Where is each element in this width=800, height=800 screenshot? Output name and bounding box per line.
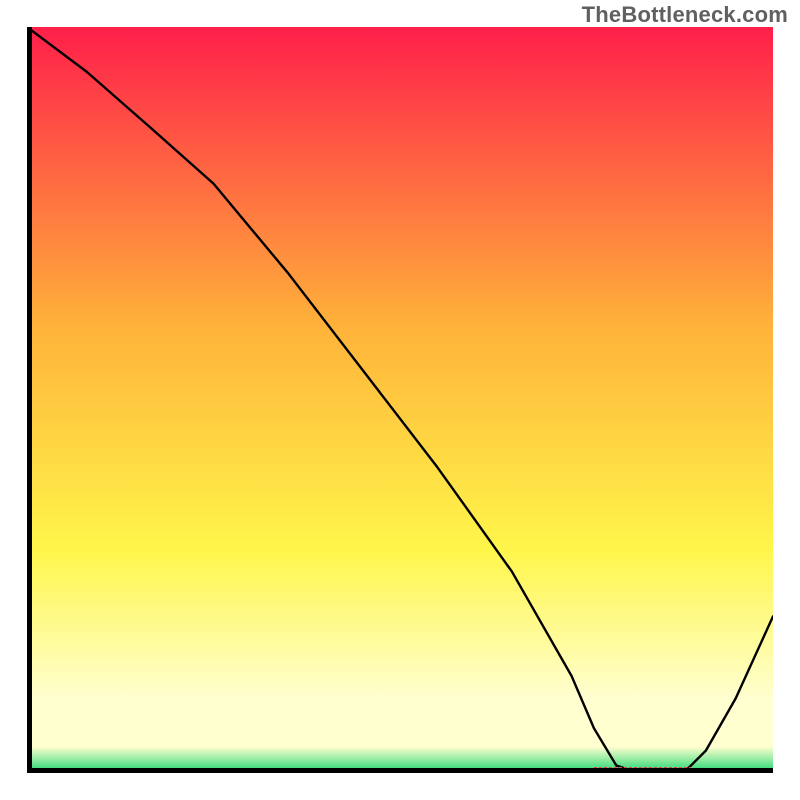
gradient-background (27, 27, 773, 773)
plot-area (27, 27, 773, 773)
attribution-watermark: TheBottleneck.com (582, 2, 788, 28)
bottleneck-chart (27, 27, 773, 773)
chart-frame: TheBottleneck.com (0, 0, 800, 800)
